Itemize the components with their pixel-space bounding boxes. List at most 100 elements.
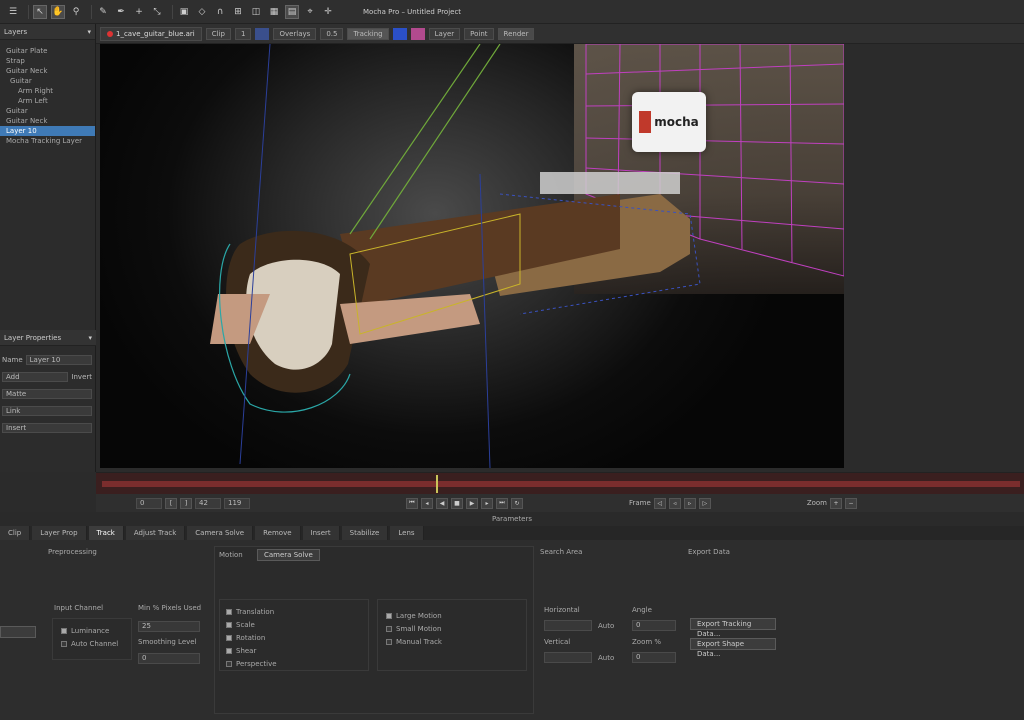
add-point-icon[interactable]: + (132, 5, 146, 19)
layer-item[interactable]: Guitar Neck (0, 116, 95, 126)
magenta-channel-swatch[interactable] (410, 27, 425, 40)
layer-color-swatch[interactable] (255, 27, 270, 40)
motion-option[interactable]: Small Motion (386, 624, 518, 634)
step-back-icon[interactable]: ◂ (421, 497, 433, 509)
blend-mode-select[interactable]: Add (2, 372, 69, 382)
export-tracking-button[interactable]: Export Tracking Data... (690, 618, 776, 638)
snapshot-icon[interactable]: ▤ (285, 4, 299, 19)
horizontal-field[interactable] (544, 620, 592, 631)
grid-tool-icon[interactable]: ▦ (267, 5, 281, 19)
point-button[interactable]: Point (464, 27, 494, 40)
blue-channel-swatch[interactable] (392, 27, 407, 40)
planar-tool-icon[interactable]: ◇ (195, 5, 209, 19)
tab-remove[interactable]: Remove (255, 526, 301, 540)
clip-viewer[interactable]: mocha (100, 44, 844, 468)
track-frame-back-icon[interactable]: ◃ (668, 497, 681, 509)
layer-item[interactable]: Guitar Plate (0, 46, 95, 56)
set-out-icon[interactable]: ] (180, 497, 192, 509)
vertical-field[interactable] (544, 652, 592, 663)
link-select[interactable]: Link (2, 406, 92, 416)
go-to-end-icon[interactable]: ⏭ (496, 497, 508, 509)
menu-icon[interactable]: ☰ (6, 5, 20, 19)
surface-tool-icon[interactable]: ◫ (249, 5, 263, 19)
track-frame-forward-icon[interactable]: ▹ (683, 497, 696, 509)
hand-tool-icon[interactable]: ✋ (51, 4, 65, 19)
zoom-in-icon[interactable]: + (830, 497, 842, 509)
go-to-start-icon[interactable]: ⏮ (406, 497, 418, 509)
loop-icon[interactable]: ↻ (511, 497, 523, 509)
step-forward-icon[interactable]: ▸ (481, 497, 493, 509)
layer-button[interactable]: Layer (428, 27, 461, 40)
preprocess-button[interactable] (0, 626, 36, 638)
motion-option[interactable]: Perspective (226, 659, 362, 669)
matte-select[interactable]: Matte (2, 389, 92, 399)
motion-option[interactable]: Shear (226, 646, 362, 656)
current-frame-field[interactable]: 42 (195, 497, 221, 509)
bezier-tool-icon[interactable]: ✒ (114, 5, 128, 19)
out-point-field[interactable]: 119 (224, 497, 250, 509)
tab-lens[interactable]: Lens (390, 526, 424, 540)
motion-option[interactable]: Scale (226, 620, 362, 630)
play-backward-icon[interactable]: ◀ (436, 497, 448, 509)
crosshair-icon[interactable]: ✛ (321, 5, 335, 19)
auto-channel-option[interactable]: Auto Channel (61, 639, 123, 649)
vertical-auto[interactable]: Auto (598, 654, 614, 662)
zoom-out-icon[interactable]: − (845, 497, 857, 509)
luminance-option[interactable]: Luminance (61, 626, 123, 636)
motion-option[interactable]: Large Motion (386, 611, 518, 621)
tab-stabilize[interactable]: Stabilize (341, 526, 389, 540)
in-point-field[interactable]: 0 (136, 497, 162, 509)
timeline[interactable] (96, 472, 1024, 494)
render-button[interactable]: Render (497, 27, 535, 40)
track-forward-icon[interactable]: ▷ (698, 497, 711, 509)
layer-name-field[interactable]: Layer 10 (25, 355, 92, 365)
select-tool-icon[interactable]: ↖ (33, 4, 47, 19)
insert-select[interactable]: Insert (2, 423, 92, 433)
panel-options-icon[interactable]: ▾ (88, 334, 92, 342)
set-in-icon[interactable]: [ (165, 497, 177, 509)
angle-field[interactable]: 0 (632, 620, 676, 631)
opacity-field[interactable]: 0.5 (320, 27, 344, 40)
smoothing-field[interactable]: 0 (138, 653, 200, 664)
motion-title: Motion (219, 551, 243, 559)
clip-selector[interactable]: 1_cave_guitar_blue.ari (100, 26, 202, 41)
tab-track[interactable]: Track (88, 526, 124, 540)
export-shape-button[interactable]: Export Shape Data... (690, 638, 776, 658)
zoom-percent-field[interactable]: 0 (632, 652, 676, 663)
layer-item[interactable]: Layer 10 (0, 126, 95, 136)
motion-option[interactable]: Rotation (226, 633, 362, 643)
layer-item[interactable]: Arm Right (0, 86, 95, 96)
tab-insert[interactable]: Insert (302, 526, 340, 540)
overlay-mode-selector[interactable]: Overlays (273, 27, 317, 40)
tab-camera-solve[interactable]: Camera Solve (187, 526, 254, 540)
x-spline-tool-icon[interactable]: ✎ (96, 5, 110, 19)
horizontal-auto[interactable]: Auto (598, 622, 614, 630)
min-pixels-field[interactable]: 25 (138, 621, 200, 632)
zoom-tool-icon[interactable]: ⚲ (69, 5, 83, 19)
layer-item[interactable]: Guitar Neck (0, 66, 95, 76)
track-backward-icon[interactable]: ◁ (653, 497, 666, 509)
magnetic-tool-icon[interactable]: ∩ (213, 5, 227, 19)
layer-item[interactable]: Strap (0, 56, 95, 66)
insert-tool-icon[interactable]: ▣ (177, 5, 191, 19)
camera-solve-tab[interactable]: Camera Solve (257, 549, 320, 561)
align-tool-icon[interactable]: ⊞ (231, 5, 245, 19)
playhead[interactable] (436, 475, 438, 493)
pin-icon[interactable]: ⌖ (303, 5, 317, 19)
layer-item[interactable]: Guitar (0, 76, 95, 86)
tab-adjust-track[interactable]: Adjust Track (125, 526, 186, 540)
play-forward-icon[interactable]: ▶ (466, 497, 478, 509)
view-selector[interactable]: Clip (205, 27, 231, 40)
tab-layer-prop[interactable]: Layer Prop (32, 526, 87, 540)
layer-item[interactable]: Mocha Tracking Layer (0, 136, 95, 146)
panel-options-icon[interactable]: ▾ (87, 28, 91, 36)
layer-item[interactable]: Guitar (0, 106, 95, 116)
motion-option[interactable]: Manual Track (386, 637, 518, 647)
motion-option[interactable]: Translation (226, 607, 362, 617)
tab-clip[interactable]: Clip (0, 526, 31, 540)
tracking-button[interactable]: Tracking (347, 27, 389, 40)
transform-tool-icon[interactable]: ⤡ (150, 5, 164, 19)
stop-icon[interactable]: ■ (451, 497, 463, 509)
frame-field[interactable]: 1 (234, 27, 252, 40)
layer-item[interactable]: Arm Left (0, 96, 95, 106)
